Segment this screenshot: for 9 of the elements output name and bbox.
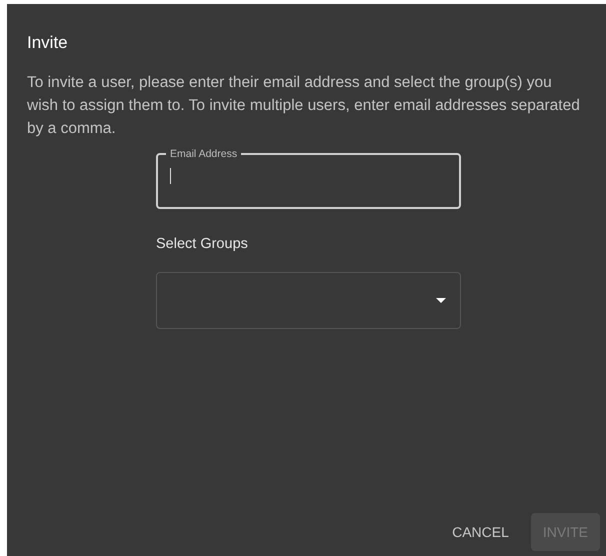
dialog-title: Invite: [27, 32, 69, 54]
dropdown-caret-icon: [436, 298, 446, 304]
groups-label: Select Groups: [156, 234, 249, 254]
groups-select[interactable]: [156, 272, 461, 330]
cancel-button[interactable]: CANCEL: [440, 513, 521, 551]
email-label: Email Address: [169, 148, 238, 160]
description-text: To invite a user, please enter their email address and select the group(s) you wish to assign them to. To invite multiple users, enter email addresses separated by a comma.: [27, 72, 581, 138]
text-cursor: [170, 168, 171, 184]
email-field[interactable]: Email Address: [156, 148, 461, 208]
